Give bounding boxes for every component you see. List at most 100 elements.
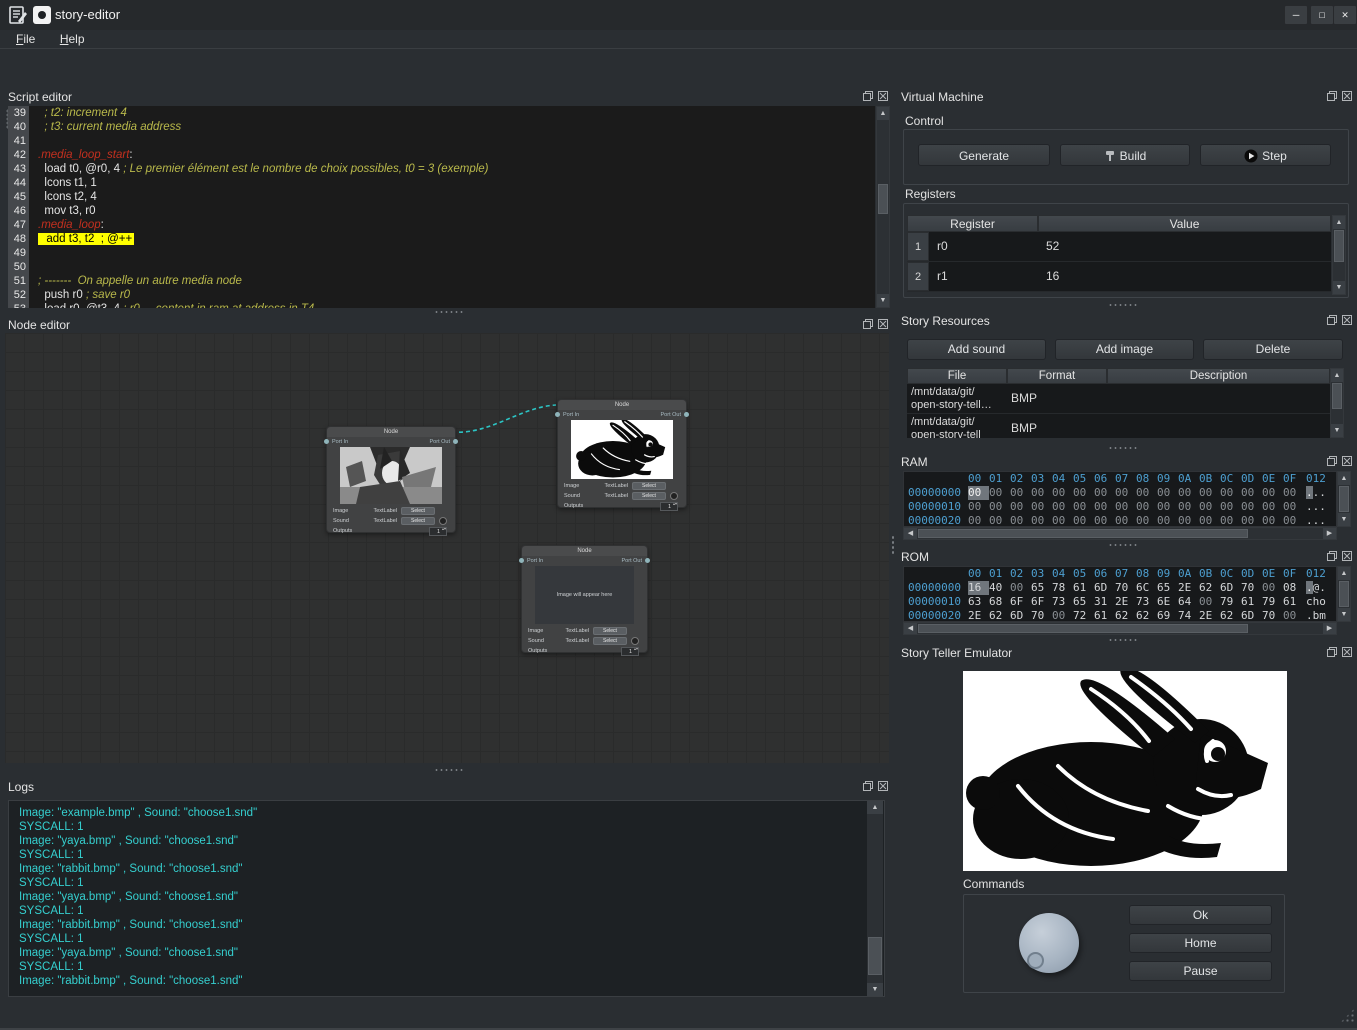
byte-cell[interactable]: 00 (1283, 500, 1304, 514)
byte-cell[interactable]: 65 (1073, 595, 1094, 609)
resources-header-description[interactable]: Description (1107, 368, 1330, 384)
byte-cell[interactable]: 68 (989, 595, 1010, 609)
float-dock-icon[interactable] (1326, 646, 1338, 658)
menu-file[interactable]: File (12, 30, 39, 48)
description-cell[interactable] (1107, 414, 1330, 438)
resources-scrollbar[interactable]: ▲ ▼ (1330, 368, 1344, 438)
byte-cell[interactable]: 64 (1178, 595, 1199, 609)
byte-cell[interactable]: 2E (968, 609, 989, 622)
byte-cell[interactable]: 6D (1241, 609, 1262, 622)
byte-cell[interactable]: 73 (1136, 595, 1157, 609)
scroll-down-arrow[interactable]: ▼ (1338, 608, 1350, 621)
byte-cell[interactable]: 00 (1178, 486, 1199, 500)
byte-cell[interactable]: 61 (1094, 609, 1115, 622)
byte-cell[interactable]: 6D (1094, 581, 1115, 595)
horizontal-splitter-handle[interactable] (1108, 638, 1138, 642)
close-dock-icon[interactable] (1341, 550, 1353, 562)
ok-button[interactable]: Ok (1129, 905, 1272, 925)
generate-button[interactable]: Generate (918, 144, 1050, 166)
scroll-up-arrow[interactable]: ▲ (1338, 567, 1350, 580)
byte-cell[interactable]: 73 (1052, 595, 1073, 609)
maximize-button[interactable]: ☐ (1310, 5, 1334, 25)
scrollbar-thumb[interactable] (918, 624, 1248, 633)
scroll-left-arrow[interactable]: ◀ (904, 623, 917, 634)
scroll-up-arrow[interactable]: ▲ (867, 801, 883, 814)
byte-cell[interactable]: 00 (1010, 486, 1031, 500)
byte-cell[interactable]: 65 (1031, 581, 1052, 595)
byte-cell[interactable]: 62 (1136, 609, 1157, 622)
byte-cell[interactable]: 00 (1241, 500, 1262, 514)
byte-cell[interactable]: 79 (1262, 595, 1283, 609)
byte-cell[interactable]: 62 (1220, 609, 1241, 622)
register-name-cell[interactable]: r0 (929, 232, 1038, 261)
byte-cell[interactable]: 79 (1220, 595, 1241, 609)
file-cell[interactable]: /mnt/data/git/ open-story-tell (907, 414, 1007, 438)
resources-header-format[interactable]: Format (1007, 368, 1107, 384)
byte-cell[interactable]: 78 (1052, 581, 1073, 595)
register-row[interactable]: 2r116 (907, 262, 1331, 292)
description-cell[interactable] (1107, 384, 1330, 413)
media-node-rabbit[interactable]: Node Port In Port Out Image TextLabel Se… (557, 399, 687, 508)
byte-cell[interactable]: 63 (968, 595, 989, 609)
script-code-editor[interactable]: 39 ; t2: increment 440 ; t3: current med… (8, 106, 875, 308)
byte-cell[interactable]: 00 (1010, 581, 1031, 595)
byte-cell[interactable]: 65 (1157, 581, 1178, 595)
script-editor-scrollbar[interactable]: ▲ ▼ (876, 106, 890, 308)
horizontal-splitter-handle[interactable] (1108, 446, 1138, 450)
scroll-up-arrow[interactable]: ▲ (877, 107, 889, 120)
ram-horizontal-scrollbar[interactable]: ◀ ▶ (903, 527, 1337, 540)
scrollbar-thumb[interactable] (1339, 581, 1349, 607)
byte-cell[interactable]: 00 (1010, 500, 1031, 514)
byte-cell[interactable]: 00 (1031, 514, 1052, 527)
home-button[interactable]: Home (1129, 933, 1272, 953)
scrollbar-thumb[interactable] (1332, 383, 1342, 409)
port-out-dot[interactable] (453, 439, 458, 444)
minimize-button[interactable]: — (1284, 5, 1308, 25)
byte-cell[interactable]: 00 (1262, 581, 1283, 595)
byte-cell[interactable]: 00 (1136, 514, 1157, 527)
float-dock-icon[interactable] (1326, 90, 1338, 102)
byte-cell[interactable]: 6F (1031, 595, 1052, 609)
select-image-button[interactable]: Select (593, 627, 627, 635)
float-dock-icon[interactable] (1326, 455, 1338, 467)
byte-cell[interactable]: 00 (1136, 500, 1157, 514)
scroll-down-arrow[interactable]: ▼ (877, 294, 889, 307)
float-dock-icon[interactable] (862, 318, 874, 330)
byte-cell[interactable]: 2E (1115, 595, 1136, 609)
scroll-up-arrow[interactable]: ▲ (1338, 472, 1350, 485)
byte-cell[interactable]: 00 (1178, 514, 1199, 527)
scroll-down-arrow[interactable]: ▼ (1333, 281, 1345, 294)
byte-cell[interactable]: 00 (1283, 514, 1304, 527)
byte-cell[interactable]: 6D (1010, 609, 1031, 622)
horizontal-splitter-handle[interactable] (1108, 303, 1138, 307)
byte-cell[interactable]: 00 (1220, 500, 1241, 514)
byte-cell[interactable]: 00 (1220, 514, 1241, 527)
byte-cell[interactable]: 00 (1157, 486, 1178, 500)
add-image-button[interactable]: Add image (1055, 339, 1194, 360)
byte-cell[interactable]: 2E (1178, 581, 1199, 595)
byte-cell[interactable]: 61 (1283, 595, 1304, 609)
registers-header-value[interactable]: Value (1038, 215, 1331, 232)
select-image-button[interactable]: Select (401, 507, 435, 515)
outputs-spinbox[interactable]: 1 (429, 527, 447, 536)
scroll-left-arrow[interactable]: ◀ (904, 528, 917, 539)
byte-cell[interactable]: 00 (1094, 500, 1115, 514)
close-dock-icon[interactable] (1341, 455, 1353, 467)
resource-row[interactable]: /mnt/data/git/ open-story-tellBMP (907, 414, 1330, 438)
byte-cell[interactable]: 00 (1262, 514, 1283, 527)
byte-cell[interactable]: 70 (1262, 609, 1283, 622)
byte-cell[interactable]: 00 (1094, 486, 1115, 500)
byte-cell[interactable]: 00 (1073, 486, 1094, 500)
port-in-dot[interactable] (519, 558, 524, 563)
scroll-right-arrow[interactable]: ▶ (1323, 623, 1336, 634)
float-dock-icon[interactable] (1326, 550, 1338, 562)
byte-cell[interactable]: 6D (1220, 581, 1241, 595)
select-sound-button[interactable]: Select (632, 492, 666, 500)
scroll-up-arrow[interactable]: ▲ (1331, 369, 1343, 382)
byte-cell[interactable]: 00 (1136, 486, 1157, 500)
close-dock-icon[interactable] (1341, 314, 1353, 326)
scroll-up-arrow[interactable]: ▲ (1333, 216, 1345, 229)
byte-cell[interactable]: 6E (1157, 595, 1178, 609)
byte-cell[interactable]: 00 (1199, 514, 1220, 527)
port-in-dot[interactable] (555, 412, 560, 417)
